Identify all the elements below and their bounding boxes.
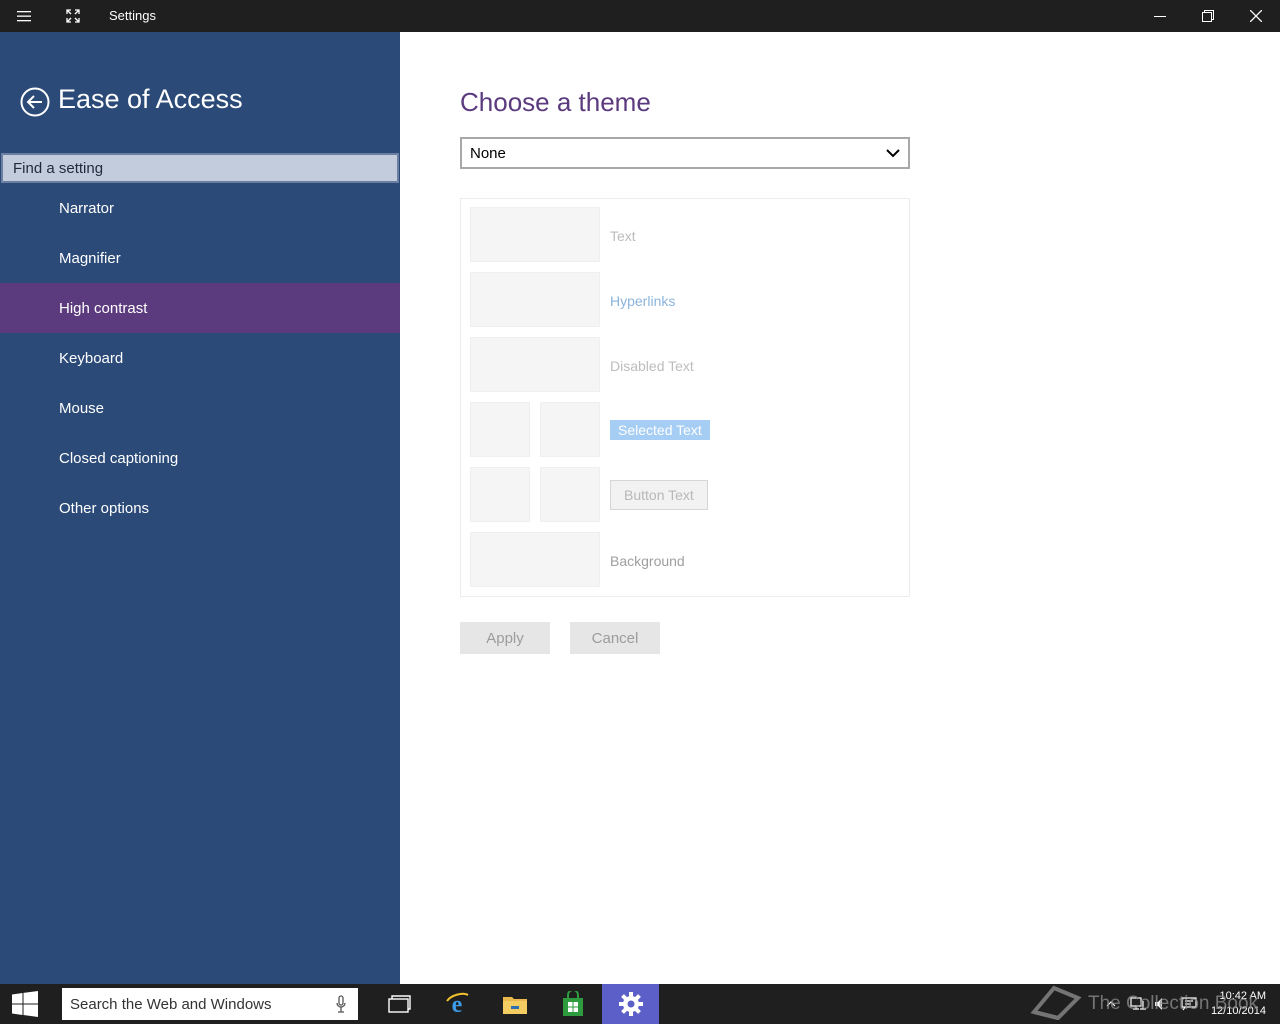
- book-icon: [1030, 982, 1082, 1024]
- preview-selected-text-label: Selected Text: [610, 420, 710, 440]
- sidebar-item-magnifier[interactable]: Magnifier: [0, 233, 400, 283]
- chevron-down-icon: [886, 145, 900, 162]
- start-button-windows-icon[interactable]: [0, 984, 50, 1024]
- apply-button[interactable]: Apply: [460, 622, 550, 654]
- internet-explorer-icon[interactable]: e: [428, 984, 486, 1024]
- back-arrow-icon[interactable]: [20, 87, 50, 117]
- watermark: The Collection Book: [1030, 982, 1258, 1024]
- button-text-fg-swatch: [470, 467, 530, 522]
- preview-button-text-label: Button Text: [610, 480, 708, 510]
- find-setting-input[interactable]: [13, 159, 397, 177]
- sidebar: Ease of Access Narrator Magnifier High c…: [0, 32, 400, 984]
- store-icon[interactable]: [544, 984, 602, 1024]
- taskbar-search-box[interactable]: [62, 988, 358, 1020]
- background-color-swatch: [470, 532, 600, 587]
- sidebar-item-other-options[interactable]: Other options: [0, 483, 400, 533]
- taskbar-search-input[interactable]: [70, 995, 320, 1013]
- restore-button[interactable]: [1185, 0, 1231, 32]
- sidebar-nav: Narrator Magnifier High contrast Keyboar…: [0, 183, 400, 533]
- preview-disabled-text-label: Disabled Text: [610, 358, 694, 374]
- preview-hyperlinks-label: Hyperlinks: [610, 293, 676, 309]
- find-setting-search[interactable]: [1, 153, 399, 183]
- text-color-swatch: [470, 207, 600, 262]
- settings-gear-icon[interactable]: [602, 984, 659, 1024]
- sidebar-title: Ease of Access: [58, 84, 243, 114]
- preview-background-label: Background: [610, 553, 685, 569]
- microphone-icon[interactable]: [336, 995, 346, 1017]
- selected-text-bg-swatch: [540, 402, 600, 457]
- main-content: Choose a theme None Text Hyperlinks Disa…: [400, 32, 1280, 984]
- watermark-text: The Collection Book: [1088, 993, 1259, 1015]
- close-button[interactable]: [1233, 0, 1279, 32]
- page-title: Choose a theme: [460, 87, 651, 117]
- theme-select[interactable]: None: [460, 137, 910, 169]
- sidebar-item-high-contrast[interactable]: High contrast: [0, 283, 400, 333]
- sidebar-item-narrator[interactable]: Narrator: [0, 183, 400, 233]
- disabled-text-color-swatch: [470, 337, 600, 392]
- hamburger-menu-icon[interactable]: [8, 0, 40, 32]
- minimize-button[interactable]: [1137, 0, 1183, 32]
- task-view-icon[interactable]: [370, 984, 428, 1024]
- window-title: Settings: [109, 8, 156, 23]
- preview-text-label: Text: [610, 228, 636, 244]
- sidebar-item-mouse[interactable]: Mouse: [0, 383, 400, 433]
- button-text-bg-swatch: [540, 467, 600, 522]
- file-explorer-icon[interactable]: [486, 984, 544, 1024]
- cancel-button[interactable]: Cancel: [570, 622, 660, 654]
- hyperlinks-color-swatch: [470, 272, 600, 327]
- sidebar-item-closed-captioning[interactable]: Closed captioning: [0, 433, 400, 483]
- title-bar: Settings: [0, 0, 1280, 32]
- theme-preview: Text Hyperlinks Disabled Text Selected T…: [460, 198, 910, 597]
- selected-text-fg-swatch: [470, 402, 530, 457]
- full-screen-icon[interactable]: [57, 0, 89, 32]
- theme-select-value: None: [470, 144, 506, 162]
- sidebar-item-keyboard[interactable]: Keyboard: [0, 333, 400, 383]
